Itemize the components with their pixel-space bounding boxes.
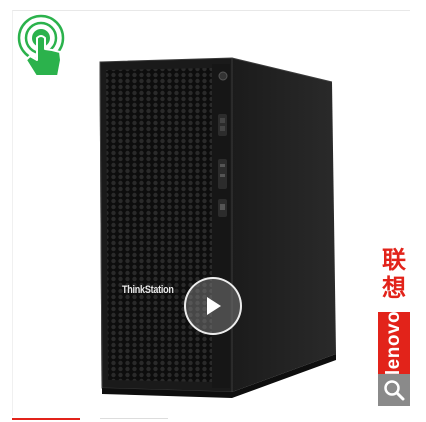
lenovo-logo-text: lenovo <box>383 312 404 374</box>
brand-cn-char-1: 联 <box>382 246 406 274</box>
lenovo-logo: lenovo <box>378 312 410 374</box>
thinkstation-logo-text: ThinkStation <box>122 284 174 296</box>
thumbnail-2[interactable] <box>100 418 168 422</box>
tap-touch-icon[interactable] <box>14 14 68 82</box>
video-play-button[interactable] <box>184 277 242 335</box>
play-icon <box>207 297 221 315</box>
magnifier-icon <box>384 380 405 401</box>
workstation-tower-image <box>99 57 336 398</box>
lenovo-chinese-logo: 联 想 <box>379 246 409 302</box>
thumbnail-1[interactable] <box>12 418 80 422</box>
brand-cn-char-2: 想 <box>382 274 406 302</box>
zoom-button[interactable] <box>378 374 410 406</box>
